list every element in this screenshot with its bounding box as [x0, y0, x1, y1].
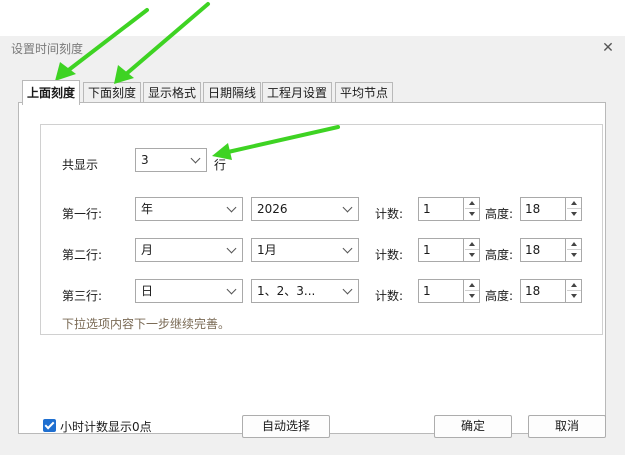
total-rows-select[interactable]: 3 [135, 148, 207, 172]
title-bar: 设置时间刻度 ✕ [0, 36, 625, 60]
row3-format-value: 1、2、3... [257, 284, 316, 298]
tab-average-node[interactable]: 平均节点 [335, 82, 394, 104]
tab-date-gridline[interactable]: 日期隔线 [203, 82, 262, 104]
row1-height-label: 高度: [485, 207, 514, 221]
chevron-down-icon [342, 239, 354, 261]
row3-label: 第三行: [62, 289, 103, 303]
spin-up-icon[interactable] [465, 239, 479, 250]
row3-count-stepper[interactable]: 1 [418, 279, 480, 303]
spin-up-icon[interactable] [567, 198, 581, 209]
row3-height-label: 高度: [485, 289, 514, 303]
tab-top-scale[interactable]: 上面刻度 [22, 80, 81, 105]
tab-display-format[interactable]: 显示格式 [143, 82, 202, 104]
row1-label: 第一行: [62, 207, 103, 221]
row3-unit-select[interactable]: 日 [135, 279, 243, 303]
row2-count-stepper[interactable]: 1 [418, 238, 480, 262]
chevron-down-icon [342, 280, 354, 302]
chevron-down-icon [190, 149, 202, 171]
chevron-down-icon [226, 239, 238, 261]
spin-down-icon[interactable] [567, 291, 581, 302]
row2-height-stepper[interactable]: 18 [520, 238, 582, 262]
close-icon[interactable]: ✕ [598, 38, 618, 58]
row1-unit-value: 年 [141, 202, 154, 216]
row1-count-value[interactable]: 1 [419, 198, 464, 220]
total-rows-value: 3 [141, 153, 149, 167]
spin-down-icon[interactable] [465, 209, 479, 220]
tab-panel-top-scale: 共显示 3 行 第一行: 年 2026 计数: 1 高度: 18 第二行: 月 … [18, 102, 606, 434]
spin-down-icon[interactable] [567, 209, 581, 220]
chevron-down-icon [226, 280, 238, 302]
spin-up-icon[interactable] [567, 280, 581, 291]
row2-label: 第二行: [62, 248, 103, 262]
row3-unit-value: 日 [141, 284, 154, 298]
row1-format-value: 2026 [257, 202, 288, 216]
ok-button[interactable]: 确定 [434, 415, 512, 438]
spin-down-icon[interactable] [465, 250, 479, 261]
row3-height-stepper[interactable]: 18 [520, 279, 582, 303]
row2-count-label: 计数: [375, 248, 404, 262]
auto-select-button[interactable]: 自动选择 [242, 415, 330, 438]
row3-height-value[interactable]: 18 [521, 280, 566, 302]
settings-group: 共显示 3 行 第一行: 年 2026 计数: 1 高度: 18 第二行: 月 … [40, 124, 603, 335]
chevron-down-icon [342, 198, 354, 220]
spin-down-icon[interactable] [465, 291, 479, 302]
tab-project-month[interactable]: 工程月设置 [262, 82, 333, 104]
tab-bottom-scale[interactable]: 下面刻度 [83, 82, 142, 104]
row2-height-value[interactable]: 18 [521, 239, 566, 261]
dialog-title: 设置时间刻度 [11, 42, 84, 56]
chevron-down-icon [226, 198, 238, 220]
row1-count-stepper[interactable]: 1 [418, 197, 480, 221]
cancel-button[interactable]: 取消 [528, 415, 606, 438]
spin-down-icon[interactable] [567, 250, 581, 261]
total-rows-label: 共显示 [62, 158, 99, 172]
show-zero-hour-label: 小时计数显示0点 [60, 420, 152, 434]
row2-format-select[interactable]: 1月 [251, 238, 359, 262]
row3-count-value[interactable]: 1 [419, 280, 464, 302]
row1-count-label: 计数: [375, 207, 404, 221]
dialog-window: 设置时间刻度 ✕ 上面刻度 下面刻度 显示格式 日期隔线 工程月设置 平均节点 … [0, 36, 625, 455]
row1-format-select[interactable]: 2026 [251, 197, 359, 221]
spin-up-icon[interactable] [567, 239, 581, 250]
row3-count-label: 计数: [375, 289, 404, 303]
row2-height-label: 高度: [485, 248, 514, 262]
spin-up-icon[interactable] [465, 280, 479, 291]
row3-format-select[interactable]: 1、2、3... [251, 279, 359, 303]
row2-format-value: 1月 [257, 243, 277, 257]
row2-unit-select[interactable]: 月 [135, 238, 243, 262]
row1-height-value[interactable]: 18 [521, 198, 566, 220]
row1-unit-select[interactable]: 年 [135, 197, 243, 221]
row2-unit-value: 月 [141, 243, 154, 257]
row1-height-stepper[interactable]: 18 [520, 197, 582, 221]
checkbox-checked-icon[interactable] [43, 419, 56, 432]
row2-count-value[interactable]: 1 [419, 239, 464, 261]
spin-up-icon[interactable] [465, 198, 479, 209]
hint-text: 下拉选项内容下一步继续完善。 [62, 317, 231, 331]
total-rows-unit: 行 [214, 158, 227, 172]
